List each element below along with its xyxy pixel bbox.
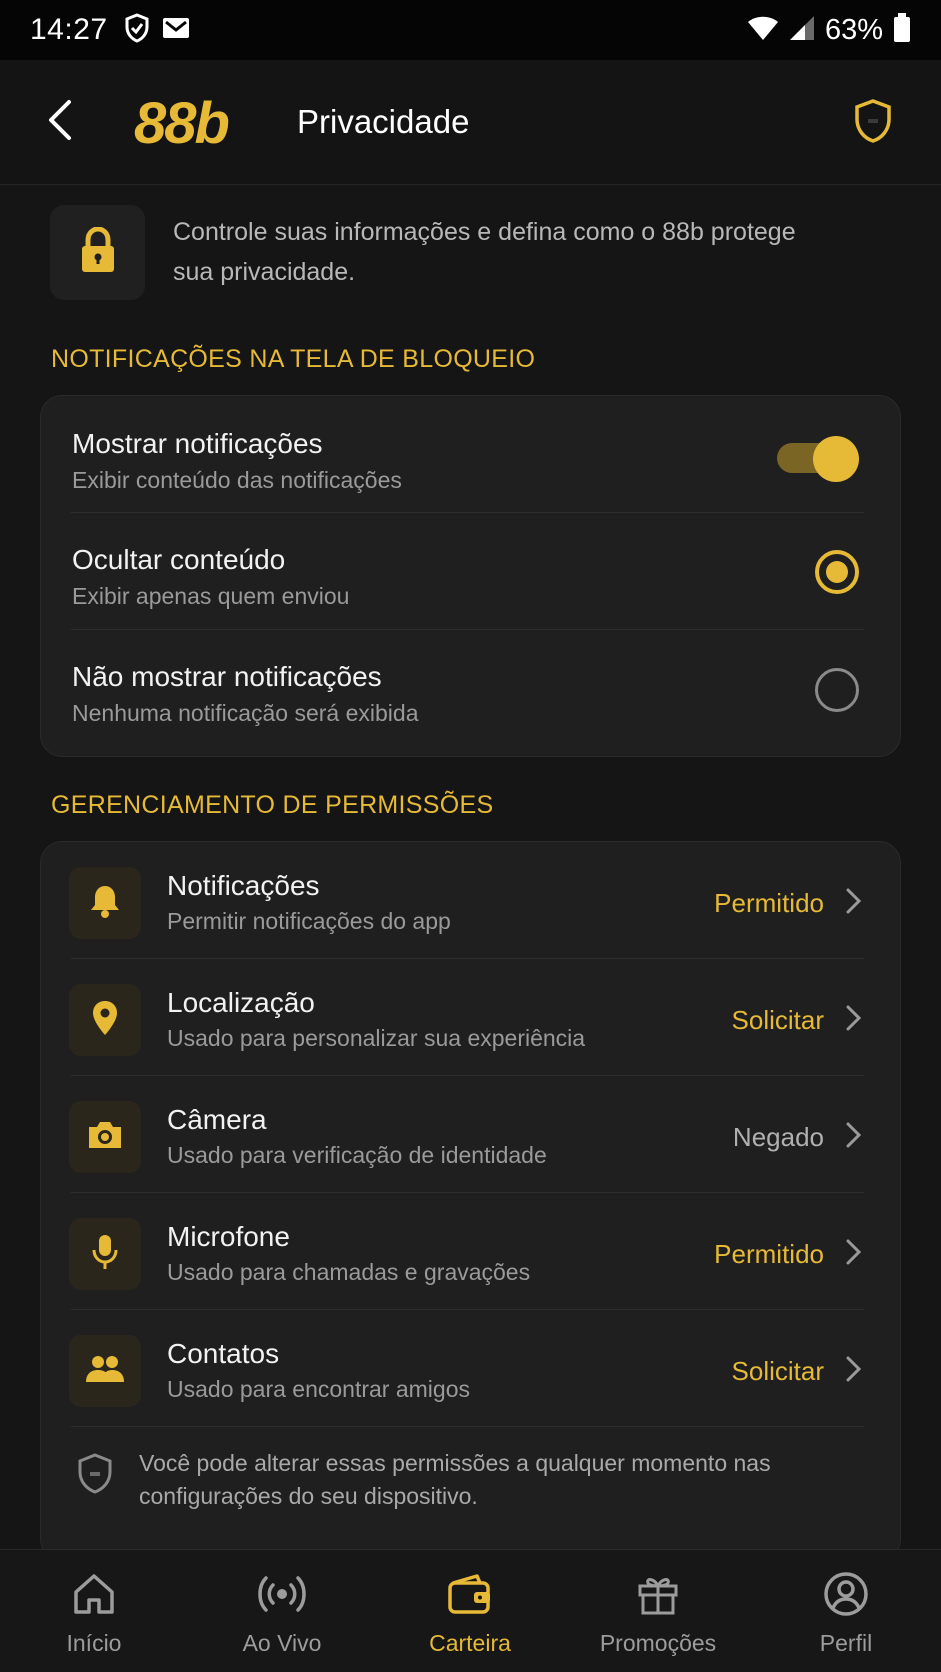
permission-row-contacts[interactable]: Contatos Usado para encontrar amigos Sol… [41,1310,902,1427]
permission-subtitle: Usado para personalizar sua experiência [167,1025,586,1051]
gift-icon [633,1570,683,1618]
chevron-right-icon [844,1354,864,1384]
permission-status: Solicitar [731,1005,824,1035]
option-title: Ocultar conteúdo [72,544,286,575]
nav-item-promocoes[interactable]: Promoções [564,1550,752,1672]
section-title-permissions: GERENCIAMENTO DE PERMISSÕES [51,791,494,819]
chevron-right-icon [844,1237,864,1267]
permissions-footnote: Você pode alterar essas permissões a qua… [139,1450,771,1509]
option-hide-content[interactable]: Ocultar conteúdo Exibir apenas quem envi… [41,513,902,630]
permission-icon-box [69,1335,141,1407]
chevron-right-icon [844,1003,864,1033]
back-button[interactable] [38,98,82,146]
battery-icon [893,12,911,48]
status-bar: 14:27 63% [0,0,941,60]
option-subtitle: Nenhuma notificação será exibida [72,700,419,726]
nav-label: Perfil [819,1630,873,1656]
option-no-notifications[interactable]: Não mostrar notificações Nenhuma notific… [41,630,902,747]
show-notifications-toggle[interactable] [777,436,859,482]
shield-info-icon [75,1452,115,1496]
nav-label: Promoções [599,1630,717,1656]
permission-icon-box [69,1218,141,1290]
camera-icon [86,1119,124,1156]
nav-item-ao-vivo[interactable]: Ao Vivo [188,1550,376,1672]
battery-percent: 63% [824,13,883,46]
bell-icon [89,883,121,924]
nav-label: Início [66,1630,122,1656]
lockscreen-options-card: Mostrar notificações Exibir conteúdo das… [40,395,901,757]
permission-subtitle: Permitir notificações do app [167,908,451,934]
permission-row-location[interactable]: Localização Usado para personalizar sua … [41,959,902,1076]
permission-icon-box [69,867,141,939]
nav-item-carteira[interactable]: Carteira [376,1550,564,1672]
home-icon [69,1570,119,1618]
permission-icon-box [69,1101,141,1173]
signal-icon [789,15,815,46]
brand-logo: 88b [134,91,230,156]
option-title: Mostrar notificações [72,428,323,459]
wallet-icon [445,1570,495,1618]
option-show-notifications[interactable]: Mostrar notificações Exibir conteúdo das… [41,396,902,513]
no-notifications-radio[interactable] [815,668,859,712]
permission-row-microphone[interactable]: Microfone Usado para chamadas e gravaçõe… [41,1193,902,1310]
option-subtitle: Exibir apenas quem enviou [72,583,350,609]
bottom-navigation: Início Ao Vivo Carteira Promoções Perfil [0,1549,941,1672]
permission-subtitle: Usado para verificação de identidade [167,1142,547,1168]
permission-title: Notificações [167,870,320,901]
nav-item-inicio[interactable]: Início [0,1550,188,1672]
permission-title: Câmera [167,1104,267,1135]
app-bar: 88b Privacidade [0,60,941,185]
nav-label: Carteira [429,1630,511,1656]
lock-icon [79,226,117,278]
section-title-lockscreen: NOTIFICAÇÕES NA TELA DE BLOQUEIO [51,345,536,373]
chevron-right-icon [844,886,864,916]
permissions-card: Notificações Permitir notificações do ap… [40,841,901,1561]
permission-subtitle: Usado para chamadas e gravações [167,1259,531,1285]
permission-title: Localização [167,987,315,1018]
shield-icon [853,98,893,149]
live-broadcast-icon [257,1570,307,1618]
intro-text: Controle suas informações e defina como … [173,218,796,286]
back-arrow-icon [47,99,73,146]
profile-icon [821,1570,871,1618]
permission-row-notifications[interactable]: Notificações Permitir notificações do ap… [41,842,902,959]
location-pin-icon [91,1000,119,1041]
microphone-icon [91,1233,119,1276]
permission-title: Microfone [167,1221,290,1252]
permission-subtitle: Usado para encontrar amigos [167,1376,470,1402]
permission-status: Solicitar [731,1356,824,1386]
permission-title: Contatos [167,1338,280,1369]
intro-lock-box [50,205,145,300]
contacts-icon [85,1353,125,1390]
nav-item-perfil[interactable]: Perfil [752,1550,940,1672]
permission-status: Permitido [714,1239,824,1269]
wifi-icon [747,15,779,46]
permission-row-camera[interactable]: Câmera Usado para verificação de identid… [41,1076,902,1193]
chevron-right-icon [844,1120,864,1150]
option-title: Não mostrar notificações [72,661,382,692]
permission-icon-box [69,984,141,1056]
shield-check-icon [124,12,150,48]
page-title: Privacidade [297,103,470,140]
security-shield-button[interactable] [848,96,898,150]
mail-icon [162,16,190,45]
nav-label: Ao Vivo [242,1630,322,1656]
status-time: 14:27 [30,13,108,46]
option-subtitle: Exibir conteúdo das notificações [72,467,402,493]
permission-status: Permitido [714,888,824,918]
permission-status: Negado [732,1122,824,1152]
hide-content-radio[interactable] [815,550,859,594]
